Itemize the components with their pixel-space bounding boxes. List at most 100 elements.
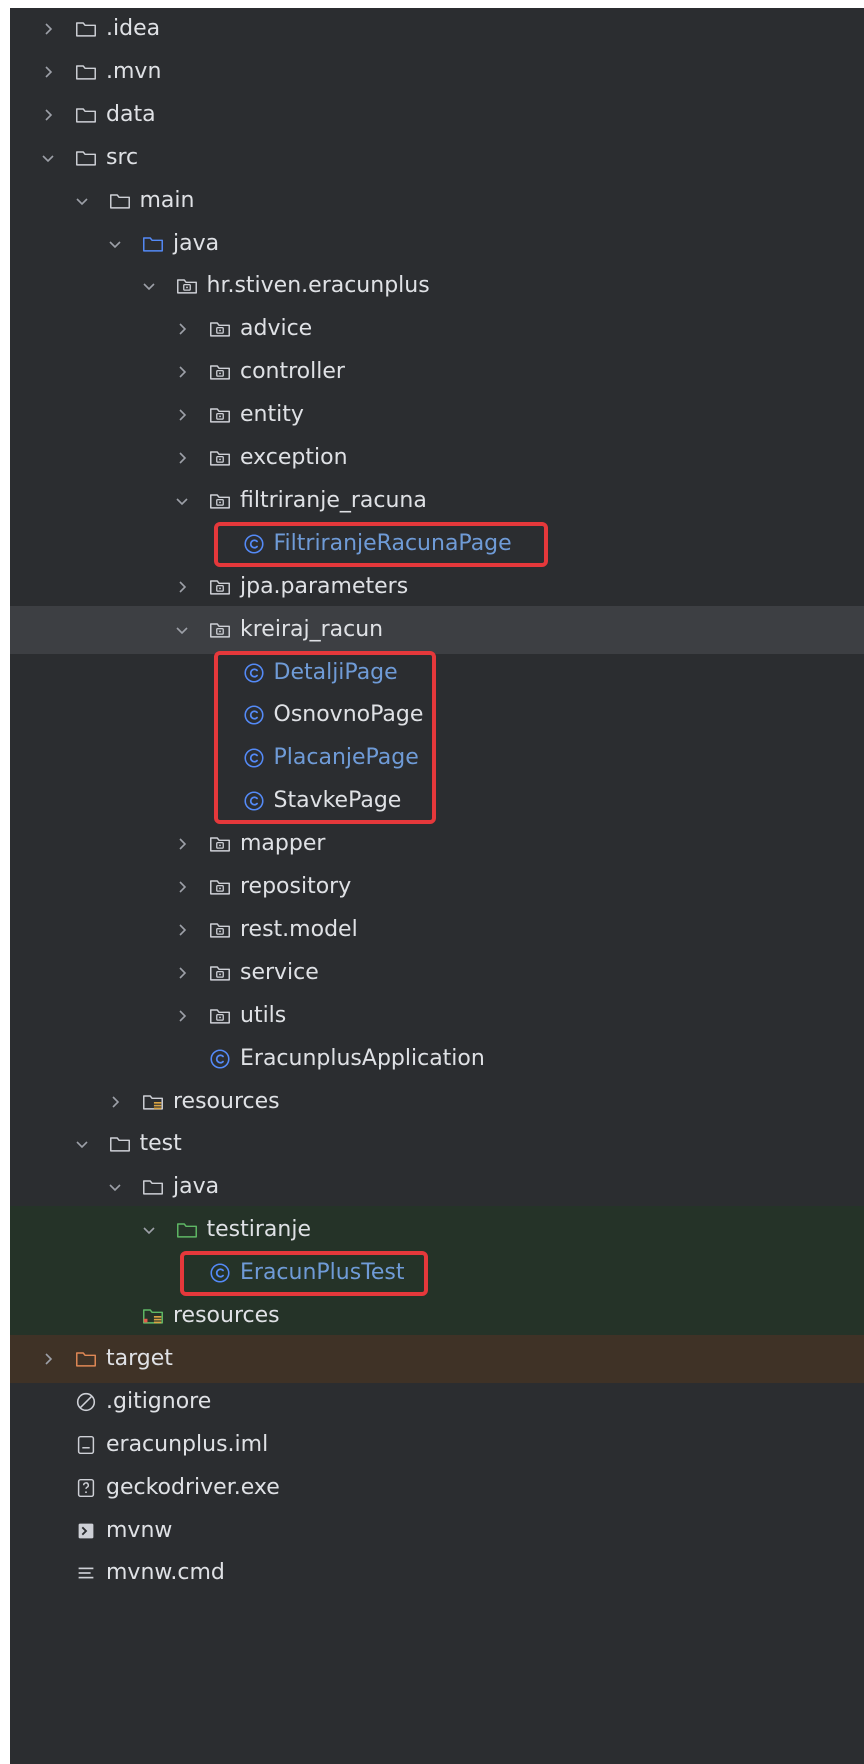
tree-item-java-5[interactable]: java [10, 220, 864, 268]
chevron-right-icon[interactable] [174, 836, 190, 852]
tree-item-label: resources [173, 1303, 280, 1328]
chevron-right-icon[interactable] [40, 21, 56, 37]
tree-item-main-4[interactable]: main [10, 177, 864, 225]
tree-item-eracunplusapplication-24[interactable]: EracunplusApplication [10, 1035, 864, 1083]
class-icon [208, 1261, 232, 1285]
tree-item-gitignore-32[interactable]: .gitignore [10, 1378, 864, 1426]
tree-item-label: main [139, 187, 195, 213]
tree-item-mvnw-cmd-36[interactable]: mvnw.cmd [10, 1549, 864, 1597]
folder-icon [108, 189, 132, 213]
tree-item-label: hr.stiven.eracunplus [206, 273, 430, 299]
chevron-right-icon[interactable] [40, 107, 56, 123]
chevron-right-icon[interactable] [174, 579, 190, 595]
chevron-down-icon[interactable] [141, 278, 157, 294]
chevron-right-icon[interactable] [174, 879, 190, 895]
tree-item-filtriranjeracunapage-12[interactable]: FiltriranjeRacunaPage [10, 520, 864, 568]
tree-item-rest-model-21[interactable]: rest.model [10, 906, 864, 954]
tree-item-label: mvnw [106, 1517, 173, 1543]
tree-item-java-27[interactable]: java [10, 1163, 864, 1211]
tree-item-mvn-1[interactable]: .mvn [10, 48, 864, 96]
tree-item-label: testiranje [206, 1217, 311, 1243]
tree-item-testiranje-28[interactable]: testiranje [10, 1206, 864, 1255]
tree-item-detaljipage-15[interactable]: DetaljiPage [10, 649, 864, 697]
class-icon [242, 703, 266, 727]
tree-item-label: repository [240, 874, 352, 899]
shell-file-icon [74, 1519, 98, 1543]
package-icon [208, 618, 232, 642]
tree-item-resources-30[interactable]: resources [10, 1292, 864, 1340]
chevron-right-icon[interactable] [174, 1008, 190, 1024]
chevron-down-icon[interactable] [174, 493, 190, 509]
iml-file-icon [74, 1433, 98, 1457]
chevron-right-icon[interactable] [174, 922, 190, 938]
class-icon [242, 532, 266, 556]
tree-item-filtriranje-racuna-11[interactable]: filtriranje_racuna [10, 477, 864, 525]
tree-item-exception-10[interactable]: exception [10, 434, 864, 482]
tree-item-controller-8[interactable]: controller [10, 348, 864, 396]
folder-icon [74, 17, 98, 41]
tree-item-entity-9[interactable]: entity [10, 391, 864, 439]
tree-item-label: .idea [106, 16, 161, 41]
folder-icon [141, 1175, 165, 1199]
package-icon [208, 403, 232, 427]
chevron-right-icon[interactable] [40, 64, 56, 80]
tree-item-src-3[interactable]: src [10, 134, 864, 182]
project-tree[interactable]: .idea .mvn data src main java hr.stiven.eracun… [10, 8, 864, 1764]
tree-item-osnovnopage-16[interactable]: OsnovnoPage [10, 691, 864, 739]
chevron-right-icon[interactable] [174, 364, 190, 380]
package-icon [208, 446, 232, 470]
tree-item-label: OsnovnoPage [273, 702, 424, 728]
tree-item-placanjepage-17[interactable]: PlacanjePage [10, 734, 864, 782]
unknown-file-icon [74, 1476, 98, 1500]
chevron-right-icon[interactable] [174, 407, 190, 423]
tree-item-geckodriver-exe-34[interactable]: geckodriver.exe [10, 1464, 864, 1512]
chevron-right-icon[interactable] [174, 450, 190, 466]
tree-item-label: mvnw.cmd [106, 1560, 225, 1586]
tree-item-utils-23[interactable]: utils [10, 992, 864, 1040]
chevron-right-icon[interactable] [40, 1351, 56, 1367]
text-file-icon [74, 1561, 98, 1585]
tree-item-label: StavkePage [273, 788, 402, 814]
resources-folder-icon [141, 1090, 165, 1114]
tree-item-kreiraj-racun-14[interactable]: kreiraj_racun [10, 605, 864, 654]
tree-item-advice-7[interactable]: advice [10, 305, 864, 353]
tree-item-mapper-19[interactable]: mapper [10, 820, 864, 868]
tree-item-stavkepage-18[interactable]: StavkePage [10, 777, 864, 825]
tree-item-data-2[interactable]: data [10, 91, 864, 139]
chevron-down-icon[interactable] [74, 193, 90, 209]
class-icon [242, 789, 266, 813]
class-icon [242, 661, 266, 685]
tree-item-resources-25[interactable]: resources [10, 1078, 864, 1126]
chevron-down-icon[interactable] [141, 1222, 157, 1238]
tree-item-label: .gitignore [106, 1388, 212, 1414]
chevron-down-icon[interactable] [174, 622, 190, 638]
tree-item-hr-stiven-eracunplus-6[interactable]: hr.stiven.eracunplus [10, 262, 864, 310]
test-resources-folder-icon [141, 1304, 165, 1328]
chevron-down-icon[interactable] [74, 1136, 90, 1152]
tree-item-mvnw-35[interactable]: mvnw [10, 1507, 864, 1555]
tree-item-repository-20[interactable]: repository [10, 863, 864, 911]
tree-item-label: utils [240, 1002, 287, 1028]
chevron-right-icon[interactable] [174, 965, 190, 981]
tree-item-test-26[interactable]: test [10, 1120, 864, 1168]
folder-icon [74, 146, 98, 170]
source-folder-icon [141, 232, 165, 256]
tree-item-label: eracunplus.iml [106, 1431, 269, 1457]
tree-item-label: advice [240, 316, 313, 342]
tree-item-label: java [173, 230, 220, 256]
tree-item-target-31[interactable]: target [10, 1334, 864, 1383]
chevron-down-icon[interactable] [107, 1179, 123, 1195]
chevron-down-icon[interactable] [40, 150, 56, 166]
chevron-down-icon[interactable] [107, 236, 123, 252]
package-icon [208, 489, 232, 513]
excluded-folder-icon [74, 1347, 98, 1371]
tree-item-label: entity [240, 402, 304, 428]
tree-item-eracunplus-iml-33[interactable]: eracunplus.iml [10, 1421, 864, 1469]
tree-item-eracunplustest-29[interactable]: EracunPlusTest [10, 1249, 864, 1298]
tree-item-service-22[interactable]: service [10, 949, 864, 997]
tree-item-idea-0[interactable]: .idea [10, 8, 864, 53]
package-icon [208, 918, 232, 942]
chevron-right-icon[interactable] [174, 321, 190, 337]
chevron-right-icon[interactable] [107, 1094, 123, 1110]
tree-item-jpa-parameters-13[interactable]: jpa.parameters [10, 563, 864, 611]
